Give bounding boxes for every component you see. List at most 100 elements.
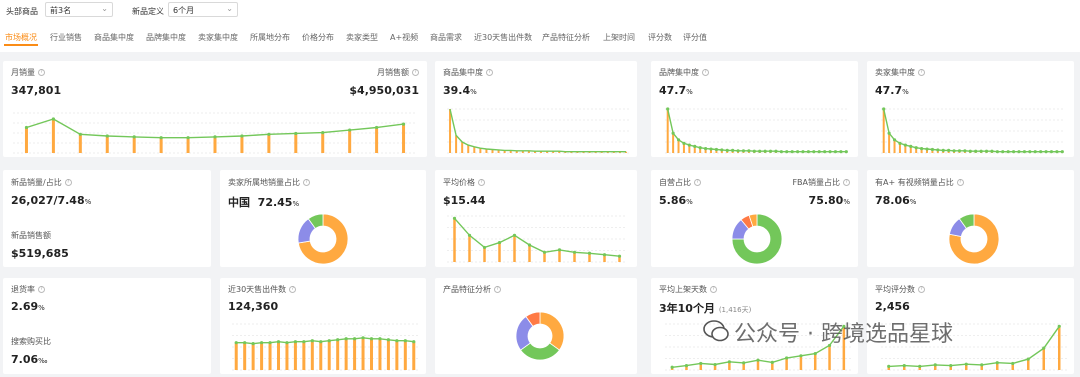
chart-point (240, 134, 244, 138)
card-value: 78.06% (875, 194, 917, 207)
chart-bar (666, 109, 669, 153)
help-icon[interactable]: ? (64, 179, 72, 186)
tab-aplus-video[interactable]: A+视频 (390, 32, 418, 43)
chart-bar (348, 130, 352, 153)
tab-feature-analysis[interactable]: 产品特征分析 (542, 32, 590, 43)
chart-point (752, 149, 756, 153)
help-icon[interactable]: ? (38, 286, 45, 293)
help-icon[interactable]: ? (918, 69, 925, 76)
chart-point (974, 149, 978, 153)
chart-point (741, 149, 746, 153)
chart-point (933, 363, 937, 367)
chart-point (714, 147, 719, 152)
chart-point (512, 233, 517, 237)
top-products-select[interactable]: 前3名 ⌄ (45, 2, 113, 17)
help-icon[interactable]: ? (412, 69, 419, 76)
chart-point (887, 364, 891, 368)
tab-seller-type[interactable]: 卖家类型 (346, 32, 378, 43)
help-icon[interactable]: ? (478, 179, 485, 186)
new-definition-select[interactable]: 6个月 ⌄ (168, 2, 238, 17)
chart-bar (828, 345, 831, 370)
tab-seller-concentration[interactable]: 卖家集中度 (198, 32, 238, 43)
help-icon[interactable]: ? (918, 286, 925, 293)
wechat-icon (703, 320, 729, 342)
chart-point (1022, 150, 1027, 154)
help-icon[interactable]: ? (303, 179, 310, 186)
help-icon[interactable]: ? (289, 286, 297, 293)
active-tab-indicator (4, 44, 38, 46)
chart-point (1006, 150, 1010, 154)
chart-point (709, 147, 713, 151)
help-icon[interactable]: ? (702, 69, 709, 76)
chart-point (1060, 150, 1064, 154)
brand-concentration-chart (665, 107, 849, 154)
tab-rating-value[interactable]: 评分值 (683, 32, 707, 43)
card-title: 新品销量/占比? (11, 177, 72, 188)
chart-point (1011, 150, 1016, 154)
card-title: 自营占比? (659, 177, 701, 188)
chart-bar (455, 135, 458, 153)
chart-bar (370, 338, 373, 370)
chevron-down-icon: ⌄ (101, 4, 108, 13)
chart-point (267, 132, 271, 136)
chart-bar (461, 142, 464, 153)
chart-point (1044, 150, 1048, 154)
card-subtitle: 搜索购买比 (11, 337, 51, 346)
chart-point (806, 150, 811, 154)
tab-market-overview[interactable]: 市场概况 (5, 32, 37, 43)
chart-point (742, 361, 746, 365)
chart-bar (243, 342, 247, 370)
card-subvalue: 7.06‰ (11, 353, 48, 366)
chart-point (699, 361, 703, 366)
card-value: 124,360 (228, 300, 279, 313)
chart-bar (412, 341, 416, 370)
card-value-right: $4,950,031 (349, 84, 419, 97)
chart-series-line (449, 108, 626, 153)
tab-location-distribution[interactable]: 所属地分布 (250, 32, 290, 43)
chart-point (813, 352, 817, 356)
chart-bar (310, 340, 314, 370)
tab-product-demand[interactable]: 商品需求 (430, 32, 462, 43)
tab-industry-sales[interactable]: 行业销售 (50, 32, 82, 43)
tab-rating-count[interactable]: 评分数 (648, 32, 672, 43)
card-aplus-video: 有A+ 有视频销量占比? 78.06% (867, 170, 1074, 267)
help-icon[interactable]: ? (38, 69, 45, 76)
help-icon[interactable]: ? (694, 179, 701, 186)
chart-point (812, 150, 816, 154)
chart-point (795, 150, 800, 154)
chart-point (736, 149, 740, 153)
card-value: $15.44 (443, 194, 486, 207)
chart-point (670, 365, 674, 369)
chart-bar (321, 132, 325, 153)
help-icon[interactable]: ? (486, 69, 493, 76)
chart-point (898, 141, 902, 145)
chart-point (1017, 150, 1021, 154)
card-title: 有A+ 有视频销量占比? (875, 177, 964, 188)
chart-bar (473, 146, 476, 153)
chart-point (952, 149, 956, 153)
tab-sold-30-days[interactable]: 近30天售出件数 (474, 32, 532, 43)
help-icon[interactable]: ? (494, 286, 501, 293)
tab-price-distribution[interactable]: 价格分布 (302, 32, 334, 43)
chart-bar (395, 340, 399, 370)
chart-point (790, 150, 794, 154)
chart-point (321, 131, 325, 135)
seller-concentration-chart (881, 107, 1065, 154)
help-icon[interactable]: ? (843, 179, 850, 186)
tab-brand-concentration[interactable]: 品牌集中度 (146, 32, 186, 43)
help-icon[interactable]: ? (710, 286, 717, 293)
chart-point (990, 149, 994, 153)
chart-bar (813, 353, 817, 370)
chart-point (768, 149, 773, 153)
chart-bar (293, 341, 297, 370)
chart-point (887, 131, 891, 135)
help-icon[interactable]: ? (956, 179, 964, 186)
card-sold30: 近30天售出件数? 124,360 (220, 278, 426, 374)
card-value: 2.69% (11, 300, 45, 313)
tab-listing-time[interactable]: 上架时间 (603, 32, 635, 43)
tab-product-concentration[interactable]: 商品集中度 (94, 32, 134, 43)
chart-bar (1058, 326, 1061, 370)
card-value: 5.86% (659, 194, 693, 207)
chart-point (817, 150, 821, 154)
filter-bar: 头部商品 前3名 ⌄ 新品定义 6个月 ⌄ 市场概况 行业销售 商品集中度 品牌… (0, 0, 1080, 52)
